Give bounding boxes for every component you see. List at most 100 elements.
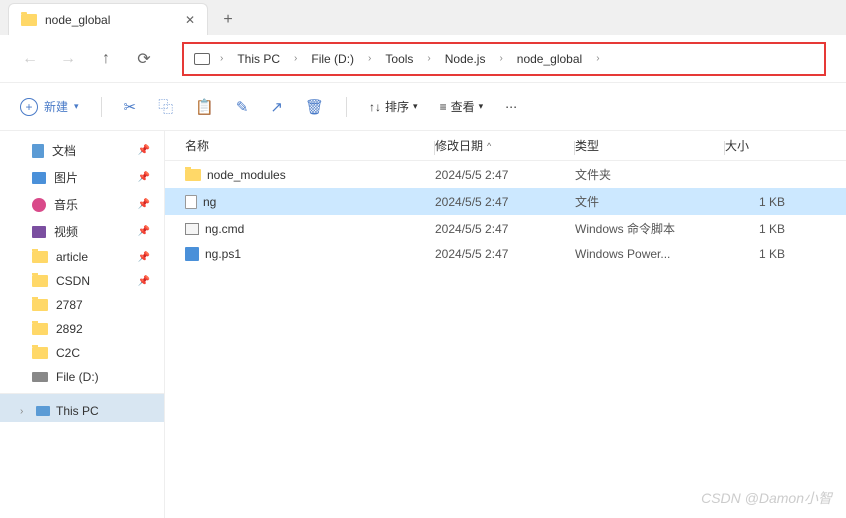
file-type: Windows 命令脚本 (575, 220, 725, 237)
separator (101, 97, 102, 117)
up-button[interactable]: ↑ (96, 50, 116, 68)
sort-label: 排序 (385, 98, 409, 115)
sidebar-item[interactable]: 2892 (0, 317, 164, 341)
pin-icon: 📌 (138, 226, 150, 237)
cut-icon[interactable]: ✂ (124, 98, 137, 116)
header-name[interactable]: 名称 (185, 137, 435, 154)
file-icon (185, 195, 197, 209)
sidebar-item[interactable]: 2787 (0, 293, 164, 317)
breadcrumb-item[interactable]: node_global (513, 50, 586, 68)
file-name: ng (203, 195, 216, 209)
sidebar-item-label: File (D:) (56, 370, 99, 384)
nav-bar: ← → ↑ ⟳ › This PC › File (D:) › Tools › … (0, 35, 846, 83)
sidebar-item[interactable]: File (D:) (0, 365, 164, 389)
header-size[interactable]: 大小 (725, 137, 805, 154)
sidebar: 文档📌图片📌音乐📌视频📌article📌CSDN📌27872892C2CFile… (0, 131, 165, 518)
sort-button[interactable]: ↑↓ 排序 ▾ (369, 98, 418, 115)
sidebar-item-label: This PC (56, 404, 99, 418)
file-row[interactable]: ng2024/5/5 2:47文件1 KB (165, 188, 846, 215)
file-name: ng.ps1 (205, 247, 241, 261)
close-icon[interactable]: ✕ (185, 13, 195, 27)
file-row[interactable]: ng.cmd 2024/5/5 2:47Windows 命令脚本1 KB (165, 215, 846, 242)
copy-icon[interactable]: ⿻ (158, 96, 173, 117)
chevron-right-icon: › (20, 406, 30, 417)
folder-icon (32, 347, 48, 359)
sidebar-this-pc[interactable]: › This PC (0, 393, 164, 422)
sidebar-item-label: article (56, 250, 88, 264)
sidebar-item[interactable]: CSDN📌 (0, 269, 164, 293)
column-headers: 名称 修改日期^ 类型 大小 (165, 131, 846, 161)
paste-icon[interactable]: 📋 (195, 98, 214, 116)
breadcrumb-item[interactable]: Tools (381, 50, 417, 68)
forward-button[interactable]: → (58, 50, 78, 68)
cmd-icon (185, 223, 199, 235)
file-size: 1 KB (725, 222, 805, 236)
sidebar-item-label: CSDN (56, 274, 90, 288)
chevron-down-icon: ▾ (74, 101, 79, 112)
header-type[interactable]: 类型 (575, 137, 725, 154)
new-label: 新建 (44, 98, 68, 115)
chevron-right-icon: › (364, 53, 375, 64)
folder-icon (32, 251, 48, 263)
folder-icon (32, 323, 48, 335)
rename-icon[interactable]: ✎ (236, 98, 249, 116)
file-type: Windows Power... (575, 247, 725, 261)
refresh-button[interactable]: ⟳ (134, 49, 154, 69)
pin-icon: 📌 (138, 199, 150, 210)
chevron-right-icon: › (592, 53, 603, 64)
file-type: 文件 (575, 193, 725, 210)
sort-icon: ↑↓ (369, 100, 381, 114)
sidebar-item-label: 2892 (56, 322, 83, 336)
tab-bar: node_global ✕ + (0, 0, 846, 35)
header-date[interactable]: 修改日期^ (435, 137, 575, 154)
share-icon[interactable]: ↗ (270, 98, 283, 116)
chevron-down-icon: ▾ (479, 101, 484, 112)
chevron-right-icon: › (216, 53, 227, 64)
breadcrumb-item[interactable]: This PC (233, 50, 284, 68)
sidebar-item-label: 文档 (52, 142, 76, 159)
file-size: 1 KB (725, 195, 805, 209)
view-label: 查看 (451, 98, 475, 115)
breadcrumb[interactable]: › This PC › File (D:) › Tools › Node.js … (182, 42, 826, 76)
more-button[interactable]: ⋯ (505, 100, 517, 114)
file-date: 2024/5/5 2:47 (435, 222, 575, 236)
sidebar-item[interactable]: 视频📌 (0, 218, 164, 245)
file-row[interactable]: ng.ps1 2024/5/5 2:47Windows Power...1 KB (165, 242, 846, 266)
folder-icon (185, 169, 201, 181)
file-date: 2024/5/5 2:47 (435, 168, 575, 182)
breadcrumb-item[interactable]: File (D:) (307, 50, 358, 68)
content-area: 文档📌图片📌音乐📌视频📌article📌CSDN📌27872892C2CFile… (0, 131, 846, 518)
pin-icon: 📌 (138, 172, 150, 183)
active-tab[interactable]: node_global ✕ (8, 3, 208, 35)
breadcrumb-item[interactable]: Node.js (441, 50, 490, 68)
chevron-right-icon: › (423, 53, 434, 64)
tab-title: node_global (45, 13, 110, 27)
chevron-right-icon: › (495, 53, 506, 64)
new-tab-button[interactable]: + (208, 5, 248, 35)
folder-icon (32, 275, 48, 287)
view-button[interactable]: ≡ 查看 ▾ (440, 98, 484, 115)
sidebar-item[interactable]: article📌 (0, 245, 164, 269)
monitor-icon (194, 53, 210, 65)
file-size: 1 KB (725, 247, 805, 261)
plus-icon: + (20, 98, 38, 116)
sidebar-item[interactable]: C2C (0, 341, 164, 365)
img-icon (32, 172, 46, 184)
doc-icon (32, 144, 44, 158)
delete-icon[interactable]: 🗑 (305, 98, 324, 116)
file-name: node_modules (207, 168, 286, 182)
new-button[interactable]: + 新建 ▾ (20, 98, 79, 116)
folder-icon (21, 14, 37, 26)
folder-icon (32, 299, 48, 311)
sidebar-item[interactable]: 音乐📌 (0, 191, 164, 218)
sidebar-item[interactable]: 文档📌 (0, 137, 164, 164)
file-date: 2024/5/5 2:47 (435, 247, 575, 261)
sidebar-item[interactable]: 图片 📌 (0, 164, 164, 191)
music-icon (32, 198, 46, 212)
pc-icon (36, 406, 50, 416)
file-name: ng.cmd (205, 222, 244, 236)
sidebar-item-label: 图片 (54, 169, 78, 186)
back-button[interactable]: ← (20, 50, 40, 68)
chevron-down-icon: ▾ (413, 101, 418, 112)
file-row[interactable]: node_modules2024/5/5 2:47文件夹 (165, 161, 846, 188)
